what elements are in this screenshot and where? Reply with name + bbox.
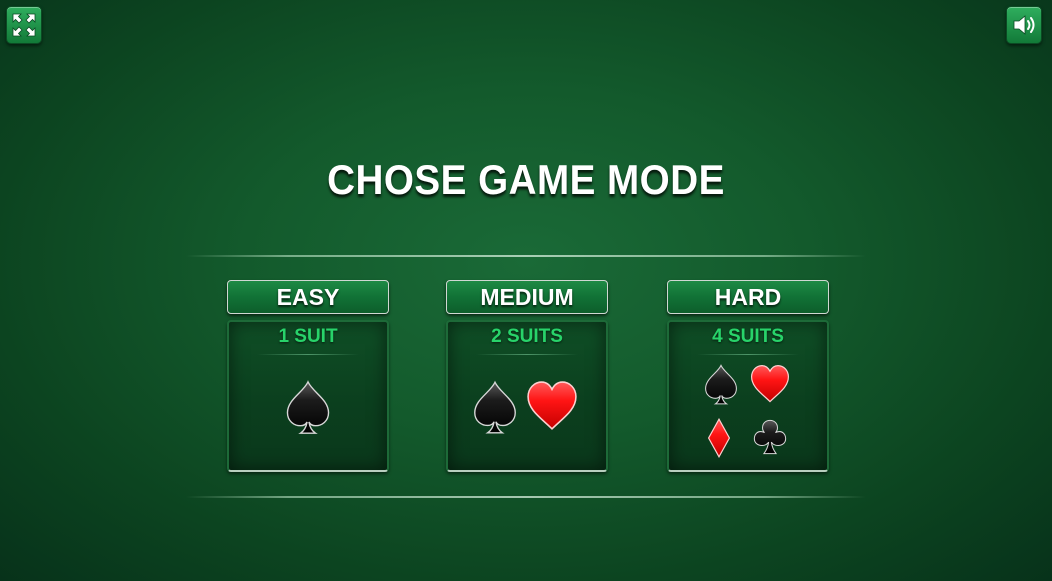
divider-bottom: [186, 496, 866, 498]
divider-top: [186, 255, 866, 257]
mode-card-easy[interactable]: EASY 1 SUIT: [227, 280, 389, 472]
suit-count-underline: [476, 354, 578, 355]
suit-count-easy: 1 SUIT: [278, 326, 338, 347]
mode-label-medium: MEDIUM: [446, 280, 608, 314]
mode-label-hard: HARD: [667, 280, 829, 314]
spade-icon: [703, 364, 739, 406]
sound-toggle-button[interactable]: [1006, 6, 1042, 44]
heart-icon: [750, 364, 790, 404]
mode-card-hard[interactable]: HARD 4 SUITS: [667, 280, 829, 472]
fullscreen-arrows-icon: [12, 13, 36, 37]
spade-icon: [472, 380, 518, 436]
heart-icon: [526, 380, 578, 432]
suit-count-hard: 4 SUITS: [712, 326, 784, 347]
club-icon: [753, 416, 787, 458]
speaker-icon: [1013, 15, 1035, 35]
fullscreen-button[interactable]: [6, 6, 42, 44]
mode-label-easy: EASY: [227, 280, 389, 314]
diamond-icon: [707, 418, 731, 458]
spade-icon: [284, 380, 332, 436]
suit-count-underline: [697, 354, 799, 355]
page-title: CHOSE GAME MODE: [327, 156, 725, 203]
suit-count-medium: 2 SUITS: [491, 326, 563, 347]
mode-card-medium[interactable]: MEDIUM 2 SUITS: [446, 280, 608, 472]
suit-count-underline: [257, 354, 359, 355]
